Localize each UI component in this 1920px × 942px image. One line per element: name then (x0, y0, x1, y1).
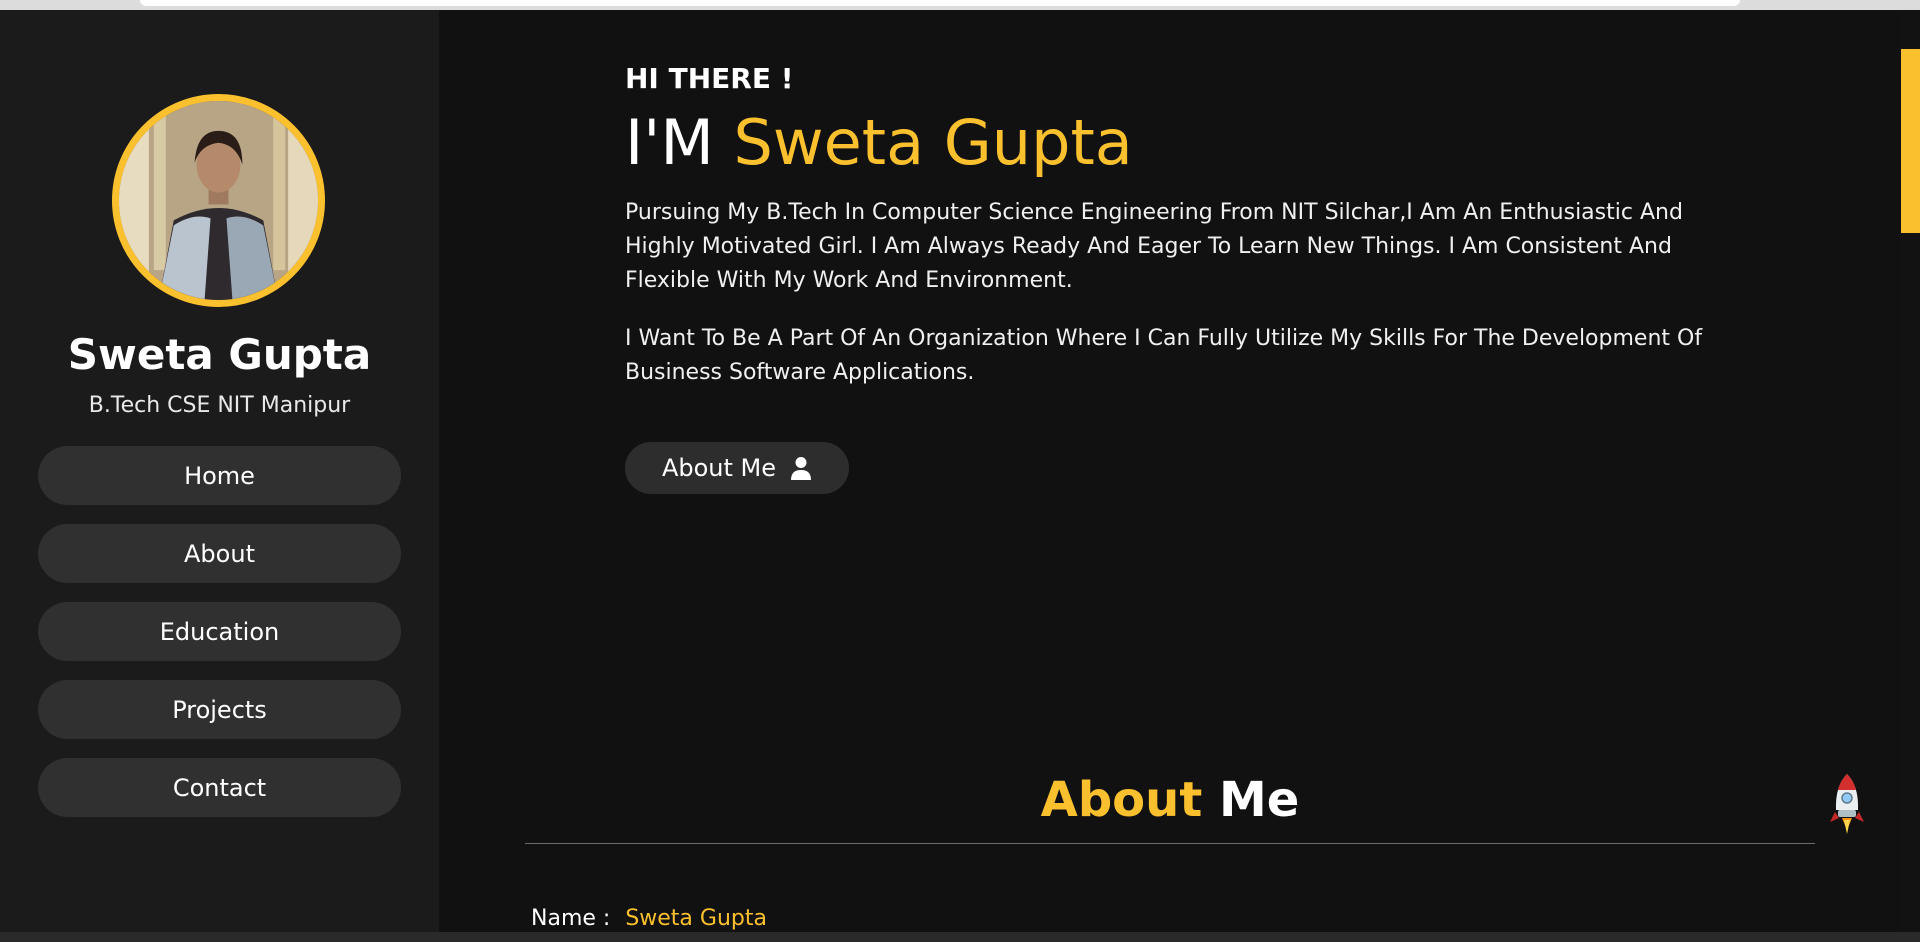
about-name-row: Name : Sweta Gupta (531, 906, 767, 931)
about-name-label: Name : (531, 906, 611, 931)
profile-avatar (112, 94, 325, 307)
about-me-button-label: About Me (661, 454, 777, 482)
rocket-icon[interactable] (1826, 772, 1868, 836)
nav-about-button[interactable]: About (38, 524, 401, 583)
about-section-divider (525, 843, 1815, 844)
taskbar-edge (0, 932, 1920, 942)
hero-intro-prefix: I'M (625, 106, 714, 179)
sidebar-nav: Home About Education Projects Contact (38, 446, 401, 836)
scrollbar-thumb[interactable] (1901, 49, 1920, 233)
address-bar-edge (140, 0, 1740, 6)
user-icon (791, 457, 812, 480)
sidebar-subtitle: B.Tech CSE NIT Manipur (88, 393, 351, 418)
hero-intro-name: Sweta Gupta (733, 106, 1133, 179)
about-name-value: Sweta Gupta (625, 906, 767, 931)
hero-greeting: HI THERE ! (625, 62, 794, 95)
about-me-button[interactable]: About Me (625, 442, 849, 494)
sidebar-name: Sweta Gupta (67, 330, 372, 379)
about-section-title: About Me (525, 772, 1815, 828)
hero-bio: Pursuing My B.Tech In Computer Science E… (625, 196, 1735, 414)
main-content: HI THERE ! I'M Sweta Gupta Pursuing My B… (439, 10, 1901, 932)
hero-headline: I'M Sweta Gupta (625, 106, 1133, 179)
nav-contact-button[interactable]: Contact (38, 758, 401, 817)
nav-education-button[interactable]: Education (38, 602, 401, 661)
bio-paragraph-1: Pursuing My B.Tech In Computer Science E… (625, 200, 1683, 293)
nav-projects-button[interactable]: Projects (38, 680, 401, 739)
about-title-rest: Me (1219, 772, 1300, 828)
browser-chrome-edge (0, 0, 1920, 10)
nav-home-button[interactable]: Home (38, 446, 401, 505)
about-title-highlight: About (1040, 772, 1203, 828)
bio-paragraph-2: I Want To Be A Part Of An Organization W… (625, 326, 1703, 385)
avatar-photo (119, 101, 318, 300)
sidebar: Sweta Gupta B.Tech CSE NIT Manipur Home … (0, 10, 439, 932)
